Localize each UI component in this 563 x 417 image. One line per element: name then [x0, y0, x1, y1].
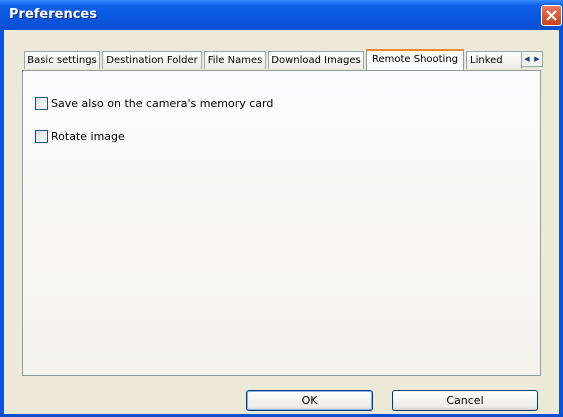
remote-shooting-panel [22, 70, 541, 376]
rotate-image-label: Rotate image [51, 130, 125, 143]
window-title: Preferences [9, 7, 97, 22]
chevron-left-icon[interactable]: ◀ [524, 55, 529, 63]
save-on-card-option[interactable]: Save also on the camera's memory card [35, 97, 273, 110]
cancel-button[interactable]: Cancel [392, 390, 538, 411]
title-bar[interactable]: Preferences [0, 0, 563, 30]
rotate-image-option[interactable]: Rotate image [35, 130, 125, 143]
tab-scroll-buttons: ◀ ▶ [521, 51, 543, 67]
tab-remote-shooting[interactable]: Remote Shooting [366, 49, 464, 70]
save-on-card-checkbox[interactable] [35, 97, 48, 110]
tab-linked[interactable]: Linked [466, 51, 522, 69]
save-on-card-label: Save also on the camera's memory card [51, 97, 274, 110]
tab-download-images[interactable]: Download Images [268, 51, 364, 69]
tab-destination-folder[interactable]: Destination Folder [102, 51, 202, 69]
ok-button[interactable]: OK [246, 390, 373, 411]
tab-basic-settings[interactable]: Basic settings [24, 51, 100, 69]
tab-strip: Basic settings Destination Folder File N… [18, 49, 543, 70]
tab-file-names[interactable]: File Names [204, 51, 266, 69]
preferences-window: Preferences Basic settings Destination F… [0, 0, 563, 417]
chevron-right-icon[interactable]: ▶ [534, 55, 539, 63]
close-button[interactable] [541, 5, 562, 26]
rotate-image-checkbox[interactable] [35, 130, 48, 143]
close-icon [546, 10, 557, 21]
